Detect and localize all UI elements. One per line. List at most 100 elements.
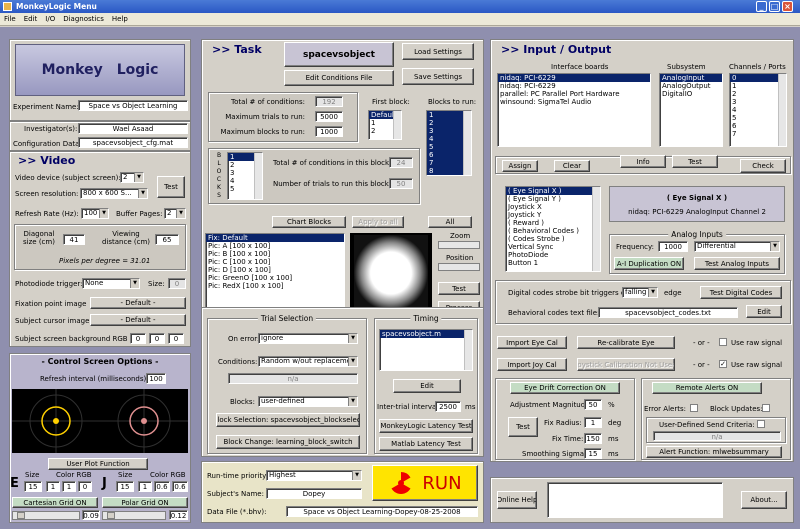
video-device-select[interactable]: 2 ▼ <box>120 172 144 183</box>
polar-slider[interactable] <box>102 511 166 520</box>
interface-boards-list[interactable]: nidaq: PCI-6229 nidaq: PCI-6229 parallel: … <box>497 73 651 147</box>
list-item[interactable]: Pic: A [100 x 100] <box>206 242 344 250</box>
blocks-list[interactable]: 12345 <box>227 152 263 200</box>
config-field[interactable]: spacevsobject_cfg.mat <box>78 137 188 148</box>
list-item[interactable]: ( Reward ) <box>506 219 600 227</box>
alert-function-button[interactable]: Alert Function: mlwebsummary <box>646 446 782 458</box>
test-digital-button[interactable]: Test Digital Codes <box>700 286 782 299</box>
menu-edit[interactable]: Edit <box>20 13 42 26</box>
list-item[interactable]: PhotoDiode <box>506 251 600 259</box>
max-blocks-field[interactable]: 1000 <box>315 126 343 137</box>
subject-name-field[interactable]: Dopey <box>266 488 362 499</box>
send-criteria-checkbox[interactable] <box>757 420 765 428</box>
list-item[interactable]: Pic: GreenO [100 x 100] <box>206 274 344 282</box>
eye-r-field[interactable]: 1 <box>46 481 60 492</box>
list-item[interactable]: nidaq: PCI-6229 <box>498 82 650 90</box>
list-item[interactable]: Vertical Sync <box>506 243 600 251</box>
clear-button[interactable]: Clear <box>554 160 590 172</box>
cartesian-grid-button[interactable]: Cartesian Grid ON <box>12 497 98 508</box>
list-item[interactable]: Fix: Default <box>206 234 344 242</box>
io-test-button[interactable]: Test <box>672 155 718 168</box>
priority-select[interactable]: Highest ▼ <box>266 470 362 481</box>
timing-file-list[interactable]: spacevsobject.m <box>379 329 473 371</box>
list-item[interactable]: Joystick Y <box>506 211 600 219</box>
list-item[interactable]: Joystick X <box>506 203 600 211</box>
scrollbar[interactable] <box>393 111 401 139</box>
photodiode-size-field[interactable]: 0 <box>168 278 186 289</box>
blocks-to-run-list[interactable]: 12345678 <box>426 110 472 176</box>
minimize-icon[interactable]: _ <box>756 1 767 12</box>
drift-test-button[interactable]: Test <box>508 417 538 437</box>
conditions-function-field[interactable]: n/a <box>228 373 358 384</box>
channels-list[interactable]: 01234567 <box>729 73 787 147</box>
photodiode-select[interactable]: None ▼ <box>82 278 140 289</box>
ai-duplication-button[interactable]: A-I Duplication ON <box>614 257 684 270</box>
scrollbar[interactable] <box>463 111 471 175</box>
on-error-select[interactable]: ignore ▼ <box>258 333 358 344</box>
block-change-button[interactable]: Block Change: learning_block_switch <box>216 435 360 449</box>
max-trials-field[interactable]: 5000 <box>315 111 343 122</box>
import-eye-cal-button[interactable]: Import Eye Cal <box>497 336 567 349</box>
send-criteria-field[interactable]: n/a <box>653 431 781 441</box>
save-settings-button[interactable]: Save Settings <box>402 68 474 85</box>
viewing-distance-field[interactable]: 65 <box>155 234 179 245</box>
fix-radius-field[interactable]: 1 <box>584 417 602 428</box>
condition-file-button[interactable]: spacevsobject <box>284 42 394 67</box>
iti-field[interactable]: 2500 <box>435 401 461 412</box>
timing-edit-button[interactable]: Edit <box>393 379 461 393</box>
investigators-field[interactable]: Wael Asaad <box>78 123 188 134</box>
smoothing-field[interactable]: 15 <box>584 448 602 459</box>
monkeylogic-latency-button[interactable]: MonkeyLogic Latency Test <box>379 419 473 433</box>
eye-size-field[interactable]: 15 <box>24 481 42 492</box>
list-item[interactable]: Button 1 <box>506 259 600 267</box>
bg-r-field[interactable]: 0 <box>130 333 146 344</box>
raw-eye-checkbox[interactable] <box>719 338 727 346</box>
buffer-pages-select[interactable]: 2 ▼ <box>164 208 186 219</box>
info-button[interactable]: Info <box>620 155 666 168</box>
list-item[interactable]: DigitalIO <box>660 90 722 98</box>
analog-mode-select[interactable]: Differential ▼ <box>694 241 780 252</box>
user-plot-button[interactable]: User Plot Function <box>48 458 148 470</box>
online-help-button[interactable]: Online Help <box>497 491 537 509</box>
position-slider[interactable] <box>438 263 480 271</box>
raw-joy-checkbox[interactable]: ✓ <box>719 360 727 368</box>
joy-size-field[interactable]: 15 <box>116 481 134 492</box>
error-alerts-checkbox[interactable] <box>690 404 698 412</box>
cursor-image-button[interactable]: - Default - <box>90 314 186 326</box>
about-button[interactable]: About... <box>741 491 787 509</box>
strobe-select[interactable]: falling ▼ <box>622 287 658 298</box>
joy-b-field[interactable]: 0.6 <box>172 481 188 492</box>
polar-slider-value[interactable]: 0.12 <box>169 510 188 520</box>
remote-alerts-button[interactable]: Remote Alerts ON <box>652 382 762 394</box>
block-selection-button[interactable]: Block Selection: spacevsobject_blocksele… <box>216 413 360 427</box>
list-item[interactable]: spacevsobject.m <box>380 330 472 338</box>
list-item[interactable]: ( Eye Signal Y ) <box>506 195 600 203</box>
menu-file[interactable]: File <box>0 13 20 26</box>
run-button[interactable]: RUN <box>372 465 478 501</box>
scrollbar[interactable] <box>464 330 472 370</box>
fix-time-field[interactable]: 150 <box>584 433 602 444</box>
list-item[interactable]: ( Codes Strobe ) <box>506 235 600 243</box>
blocks-select[interactable]: user-defined ▼ <box>258 396 358 407</box>
list-item[interactable]: parallel: PC Parallel Port Hardware <box>498 90 650 98</box>
cartesian-slider[interactable] <box>12 511 80 520</box>
apply-all-button[interactable]: Apply to all <box>352 216 404 228</box>
list-item[interactable]: ( Behavioral Codes ) <box>506 227 600 235</box>
joy-r-field[interactable]: 1 <box>138 481 152 492</box>
scrollbar[interactable] <box>592 187 600 271</box>
list-item[interactable]: winsound: SigmaTel Audio <box>498 98 650 106</box>
list-item[interactable]: Pic: C [100 x 100] <box>206 258 344 266</box>
check-button[interactable]: Check <box>740 159 786 173</box>
adjustment-field[interactable]: 50 <box>584 399 602 410</box>
assign-button[interactable]: Assign <box>502 160 538 172</box>
maximize-icon[interactable]: □ <box>769 1 780 12</box>
menu-diagnostics[interactable]: Diagnostics <box>59 13 108 26</box>
diagonal-field[interactable]: 41 <box>63 234 85 245</box>
conditions-select[interactable]: Random w/out replacement ▼ <box>258 356 358 367</box>
menu-help[interactable]: Help <box>108 13 132 26</box>
video-test-button[interactable]: Test <box>157 176 185 198</box>
list-item[interactable]: ( Eye Signal X ) <box>506 187 600 195</box>
test-analog-button[interactable]: Test Analog Inputs <box>694 257 780 270</box>
block-updates-checkbox[interactable] <box>762 404 770 412</box>
recalibrate-eye-button[interactable]: Re-calibrate Eye <box>577 336 675 349</box>
